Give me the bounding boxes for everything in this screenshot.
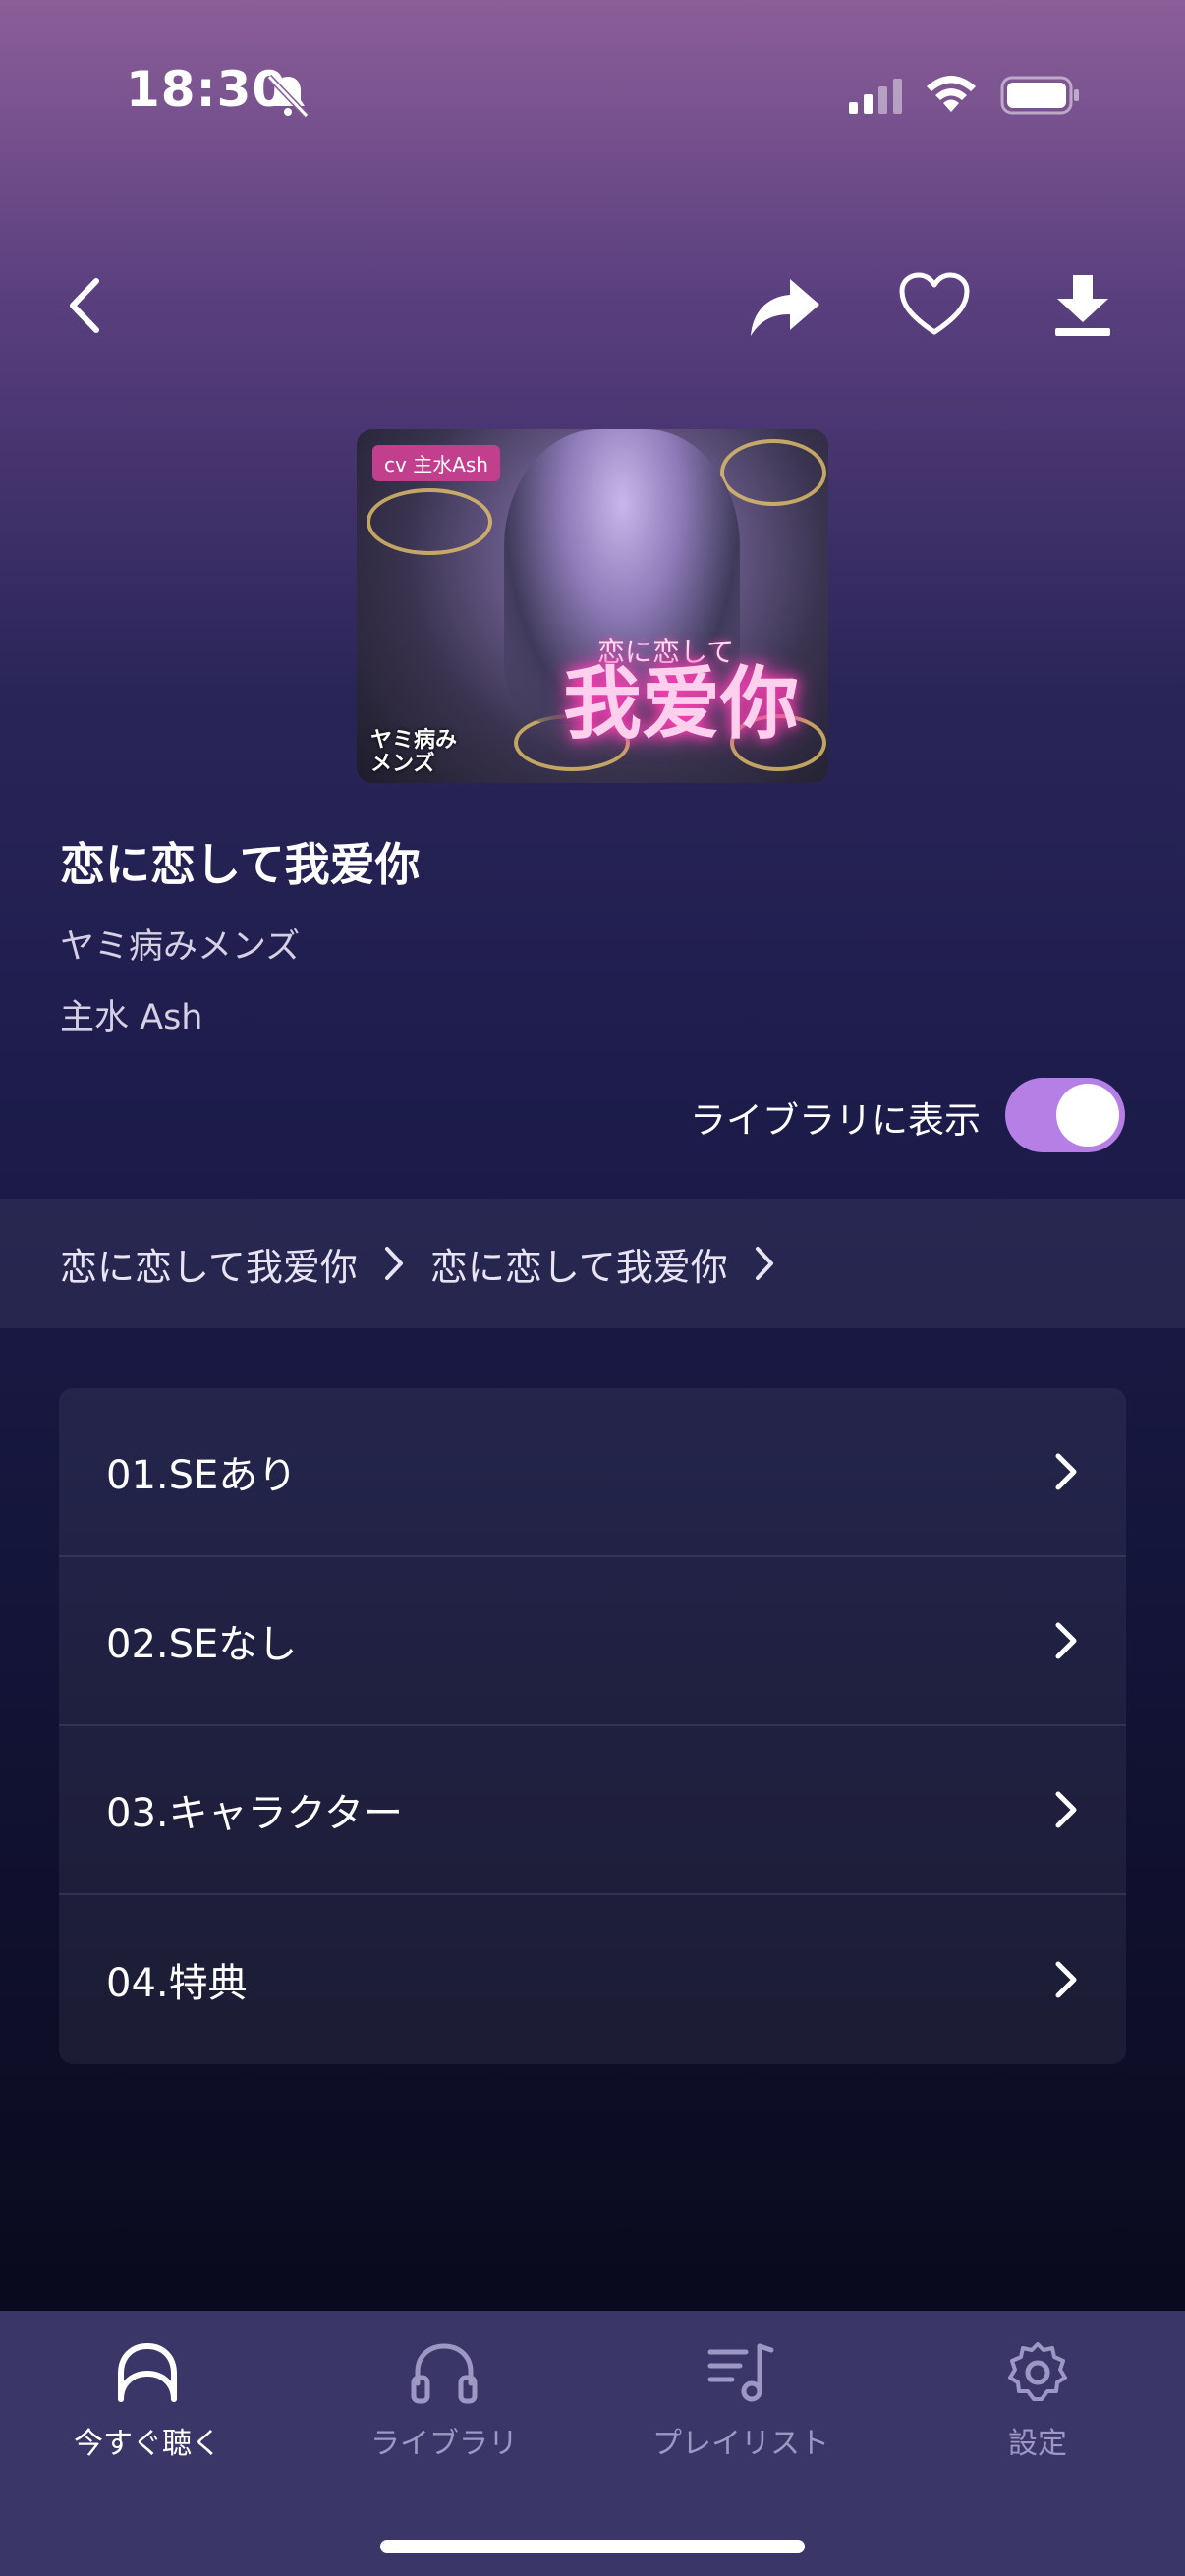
- tab-playlist[interactable]: プレイリスト: [633, 2340, 849, 2462]
- cover-title: 我爱你: [563, 657, 799, 750]
- chevron-right-icon: [384, 1247, 403, 1280]
- track-list: 01.SEあり 02.SEなし 03.キャラクター 04.特典: [59, 1388, 1126, 2064]
- album-cover: cv 主水Ash 恋に恋して 我爱你 ヤミ病み メンズ: [357, 429, 828, 783]
- series-logo: ヤミ病み メンズ: [370, 728, 458, 776]
- bell-slash-icon: [266, 74, 310, 119]
- track-row[interactable]: 03.キャラクター: [59, 1726, 1126, 1895]
- cv-tag: cv 主水Ash: [372, 445, 500, 481]
- library-toggle-label: ライブラリに表示: [690, 1099, 981, 1142]
- wifi-icon: [927, 76, 976, 112]
- tab-settings[interactable]: 設定: [930, 2340, 1146, 2462]
- album-series: ヤミ病みメンズ: [60, 927, 301, 967]
- download-icon[interactable]: [1051, 273, 1114, 338]
- track-row[interactable]: 04.特典: [59, 1895, 1126, 2064]
- battery-icon: [1000, 76, 1079, 115]
- album-title: 恋に恋して我爱你: [60, 838, 421, 891]
- tab-label: ライブラリ: [370, 2427, 518, 2461]
- track-row[interactable]: 02.SEなし: [59, 1557, 1126, 1726]
- back-chevron-icon[interactable]: [61, 275, 110, 336]
- chevron-right-icon: [755, 1247, 773, 1280]
- track-label: 04.特典: [106, 1961, 248, 2006]
- heart-icon[interactable]: [898, 271, 971, 338]
- chevron-right-icon: [1055, 1791, 1077, 1828]
- tab-label: プレイリスト: [652, 2427, 829, 2461]
- listen-now-icon: [118, 2342, 177, 2402]
- chevron-right-icon: [1055, 1453, 1077, 1490]
- track-row[interactable]: 01.SEあり: [59, 1388, 1126, 1557]
- breadcrumb-item[interactable]: 恋に恋して我爱你: [430, 1237, 728, 1291]
- playlist-icon: [707, 2343, 774, 2402]
- chevron-right-icon: [1055, 1622, 1077, 1659]
- album-artist: 主水 Ash: [60, 998, 203, 1037]
- breadcrumb-item[interactable]: 恋に恋して我爱你: [60, 1237, 358, 1291]
- tab-label: 設定: [1008, 2427, 1067, 2461]
- home-indicator[interactable]: [380, 2540, 805, 2553]
- chevron-right-icon: [1055, 1961, 1077, 1998]
- share-icon[interactable]: [747, 275, 821, 340]
- track-label: 01.SEあり: [106, 1453, 298, 1498]
- headphones-icon: [411, 2343, 478, 2404]
- library-toggle[interactable]: [1005, 1078, 1125, 1152]
- track-label: 03.キャラクター: [106, 1791, 404, 1836]
- tab-bar: 今すぐ聴く ライブラリ プレイリスト 設定: [0, 2311, 1185, 2576]
- breadcrumb: 恋に恋して我爱你 恋に恋して我爱你: [0, 1199, 1185, 1328]
- gear-icon: [1008, 2342, 1067, 2401]
- cellular-signal-icon: [849, 79, 902, 114]
- tab-library[interactable]: ライブラリ: [336, 2340, 552, 2462]
- track-label: 02.SEなし: [106, 1622, 298, 1667]
- toggle-knob: [1056, 1084, 1119, 1147]
- tab-listen-now[interactable]: 今すぐ聴く: [39, 2340, 255, 2462]
- tab-label: 今すぐ聴く: [74, 2427, 221, 2461]
